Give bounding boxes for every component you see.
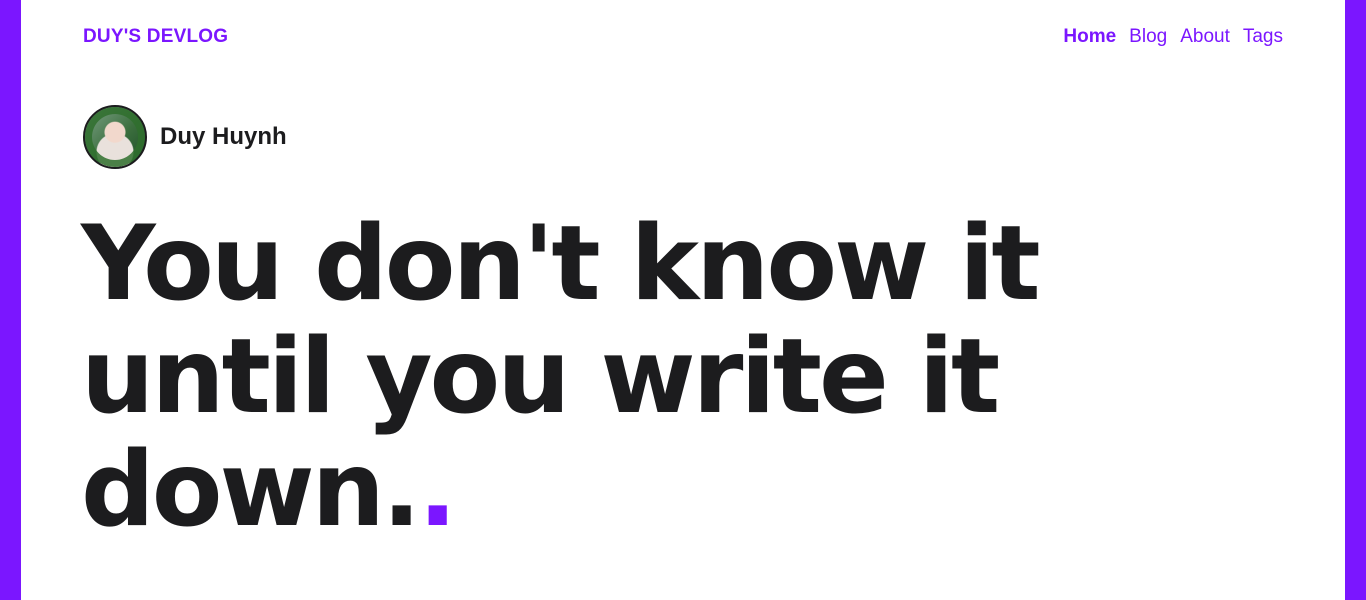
nav-item-home[interactable]: Home — [1063, 26, 1116, 48]
nav-item-blog[interactable]: Blog — [1129, 26, 1167, 48]
author-block: Duy Huynh — [83, 105, 287, 169]
hero-line-2: until you write it — [81, 317, 1000, 437]
avatar-ring — [85, 107, 145, 167]
hero-accent-dot: . — [418, 430, 457, 550]
page-frame: DUY'S DEVLOG Home Blog About Tags Duy Hu… — [21, 0, 1345, 600]
hero-line-1: You don't know it — [81, 204, 1041, 324]
hero-headline: You don't know it until you write it dow… — [81, 208, 1081, 547]
hero-line-3: down. — [81, 430, 421, 550]
avatar — [83, 105, 147, 169]
nav-item-about[interactable]: About — [1180, 26, 1230, 48]
site-title-link[interactable]: DUY'S DEVLOG — [83, 26, 228, 48]
main-nav: Home Blog About Tags — [1063, 26, 1283, 48]
nav-item-tags[interactable]: Tags — [1243, 26, 1283, 48]
author-name: Duy Huynh — [160, 123, 287, 150]
